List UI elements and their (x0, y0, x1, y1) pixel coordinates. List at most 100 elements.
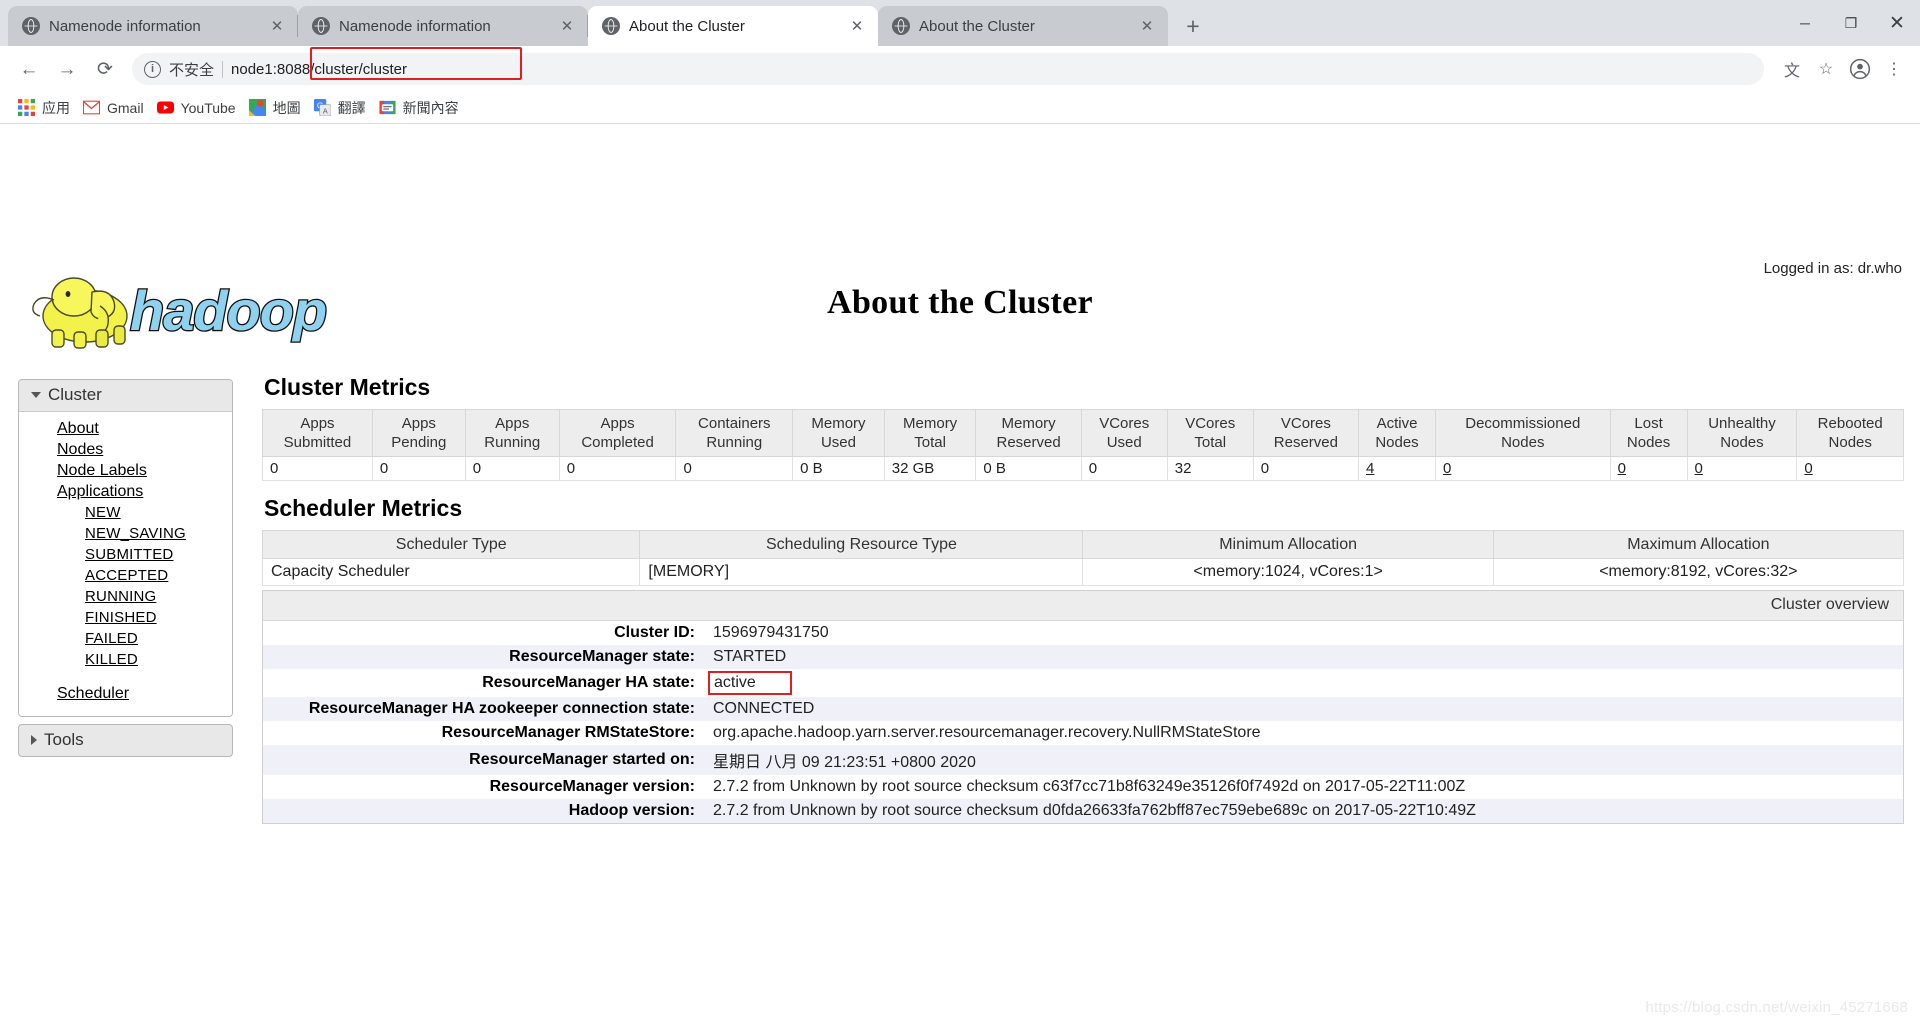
cell-vcores-total: 32 (1166, 456, 1254, 481)
sidebar-item-scheduler[interactable]: Scheduler (19, 683, 232, 704)
globe-icon (892, 17, 910, 35)
translate-icon[interactable]: 文 (1776, 53, 1808, 85)
close-icon[interactable]: ✕ (846, 15, 868, 37)
close-icon[interactable]: ✕ (556, 15, 578, 37)
cell-memory-reserved: 0 B (975, 456, 1082, 481)
value-cluster-id: 1596979431750 (703, 621, 1903, 645)
value-rm-state: STARTED (703, 645, 1903, 669)
maximize-icon[interactable]: ❐ (1828, 0, 1874, 46)
apps-grid-icon (18, 99, 35, 116)
reload-icon[interactable]: ⟳ (88, 52, 122, 86)
bookmark-apps[interactable]: 应用 (14, 95, 79, 121)
value-rm-ha-state: active (708, 671, 792, 695)
bookmark-maps[interactable]: 地圖 (245, 95, 310, 121)
sidebar-item-killed[interactable]: KILLED (19, 649, 232, 670)
tab-title: About the Cluster (919, 17, 1035, 35)
cell-memory-used: 0 B (792, 456, 885, 481)
cell-active-nodes[interactable]: 4 (1358, 456, 1436, 481)
sidebar-item-about[interactable]: About (19, 418, 232, 439)
label-cluster-id: Cluster ID: (263, 621, 703, 645)
profile-avatar-icon[interactable] (1844, 53, 1876, 85)
cluster-overview-table: Cluster ID: 1596979431750 ResourceManage… (263, 621, 1903, 823)
tab-title: Namenode information (339, 17, 491, 35)
bookmark-label: Gmail (107, 99, 144, 116)
cell-decommissioned-nodes[interactable]: 0 (1434, 456, 1611, 481)
cell-unhealthy-nodes[interactable]: 0 (1686, 456, 1798, 481)
chrome-menu-icon[interactable]: ⋮ (1878, 53, 1910, 85)
bookmark-star-icon[interactable]: ☆ (1810, 53, 1842, 85)
sidebar-item-submitted[interactable]: SUBMITTED (19, 544, 232, 565)
col-apps-running: Apps Running (464, 409, 560, 457)
col-vcores-reserved: VCores Reserved (1252, 409, 1360, 457)
sidebar-item-nodes[interactable]: Nodes (19, 439, 232, 460)
table-row: ResourceManager version: 2.7.2 from Unkn… (263, 775, 1903, 799)
watermark-text: https://blog.csdn.net/weixin_45271668 (1645, 999, 1908, 1016)
bookmark-label: 应用 (42, 99, 70, 116)
bookmark-gmail[interactable]: Gmail (79, 96, 153, 119)
info-icon[interactable]: i (144, 60, 161, 78)
sidebar-cluster-items: About Nodes Node Labels Applications NEW… (19, 412, 232, 716)
close-icon[interactable]: ✕ (266, 15, 288, 37)
table-row: Capacity Scheduler [MEMORY] <memory:1024… (261, 558, 1905, 586)
bookmark-label: YouTube (180, 99, 236, 116)
sidebar-tools-group[interactable]: Tools (18, 724, 233, 757)
table-row: ResourceManager state: STARTED (263, 645, 1903, 669)
omnibox-divider (222, 60, 224, 78)
minimize-icon[interactable]: ─ (1782, 0, 1828, 46)
translate-icon: GA (313, 99, 331, 117)
sidebar-cluster-label: Cluster (48, 385, 102, 404)
table-row: ResourceManager HA state: active (263, 669, 1903, 697)
cell-minimum-allocation: <memory:1024, vCores:1> (1082, 558, 1494, 586)
sidebar-item-failed[interactable]: FAILED (19, 628, 232, 649)
col-apps-pending: Apps Pending (371, 409, 466, 457)
globe-icon (312, 17, 330, 35)
bookmarks-bar: 应用 Gmail YouTube 地圖 GA 翻譯 (0, 92, 1920, 124)
col-rebooted-nodes: Rebooted Nodes (1796, 409, 1904, 457)
chevron-down-icon (31, 392, 41, 398)
sidebar-item-accepted[interactable]: ACCEPTED (19, 565, 232, 586)
browser-tab-3-active[interactable]: About the Cluster ✕ (588, 6, 878, 46)
browser-chrome: Namenode information ✕ Namenode informat… (0, 0, 1920, 124)
table-row: ResourceManager started on: 星期日 八月 09 21… (263, 745, 1903, 775)
sidebar-item-node-labels[interactable]: Node Labels (19, 460, 232, 481)
cell-memory-total: 32 GB (883, 456, 977, 481)
news-icon (379, 99, 396, 116)
col-lost-nodes: Lost Nodes (1609, 409, 1688, 457)
url-text[interactable]: node1:8088/cluster/cluster (231, 61, 407, 78)
cluster-overview-caption: Cluster overview (263, 591, 1903, 621)
sidebar-tools-label: Tools (44, 730, 84, 749)
browser-tab-2[interactable]: Namenode information ✕ (298, 6, 588, 46)
sidebar-item-new-saving[interactable]: NEW_SAVING (19, 523, 232, 544)
col-memory-used: Memory Used (792, 409, 885, 457)
label-rm-state: ResourceManager state: (263, 645, 703, 669)
browser-tab-1[interactable]: Namenode information ✕ (8, 6, 298, 46)
bookmark-news[interactable]: 新聞內容 (375, 95, 468, 121)
close-icon[interactable]: ✕ (1136, 15, 1158, 37)
back-icon[interactable]: ← (12, 52, 46, 86)
browser-tab-4[interactable]: About the Cluster ✕ (878, 6, 1168, 46)
sidebar-item-new[interactable]: NEW (19, 502, 232, 523)
label-rm-ha-zk-state: ResourceManager HA zookeeper connection … (263, 697, 703, 721)
bookmark-translate[interactable]: GA 翻譯 (310, 95, 375, 121)
cell-rebooted-nodes[interactable]: 0 (1796, 456, 1904, 481)
sidebar-cluster-header[interactable]: Cluster (19, 380, 232, 412)
tab-strip: Namenode information ✕ Namenode informat… (0, 0, 1920, 46)
col-vcores-total: VCores Total (1166, 409, 1254, 457)
sidebar-item-running[interactable]: RUNNING (19, 586, 232, 607)
cell-apps-pending: 0 (371, 456, 466, 481)
address-bar[interactable]: i 不安全 node1:8088/cluster/cluster (132, 53, 1764, 85)
bookmark-label: 新聞內容 (402, 99, 459, 116)
bookmark-youtube[interactable]: YouTube (153, 96, 245, 119)
cell-lost-nodes[interactable]: 0 (1609, 456, 1688, 481)
forward-icon[interactable]: → (50, 52, 84, 86)
tab-title: About the Cluster (629, 17, 745, 35)
sidebar-item-applications[interactable]: Applications (19, 481, 232, 502)
col-containers-running: Containers Running (675, 409, 794, 457)
label-rm-version: ResourceManager version: (263, 775, 703, 799)
maps-icon (248, 99, 266, 116)
new-tab-button[interactable]: + (1176, 9, 1210, 43)
globe-icon (602, 17, 620, 35)
omnibox-container: i 不安全 node1:8088/cluster/cluster (132, 47, 1764, 85)
sidebar-item-finished[interactable]: FINISHED (19, 607, 232, 628)
close-window-icon[interactable]: ✕ (1874, 0, 1920, 46)
